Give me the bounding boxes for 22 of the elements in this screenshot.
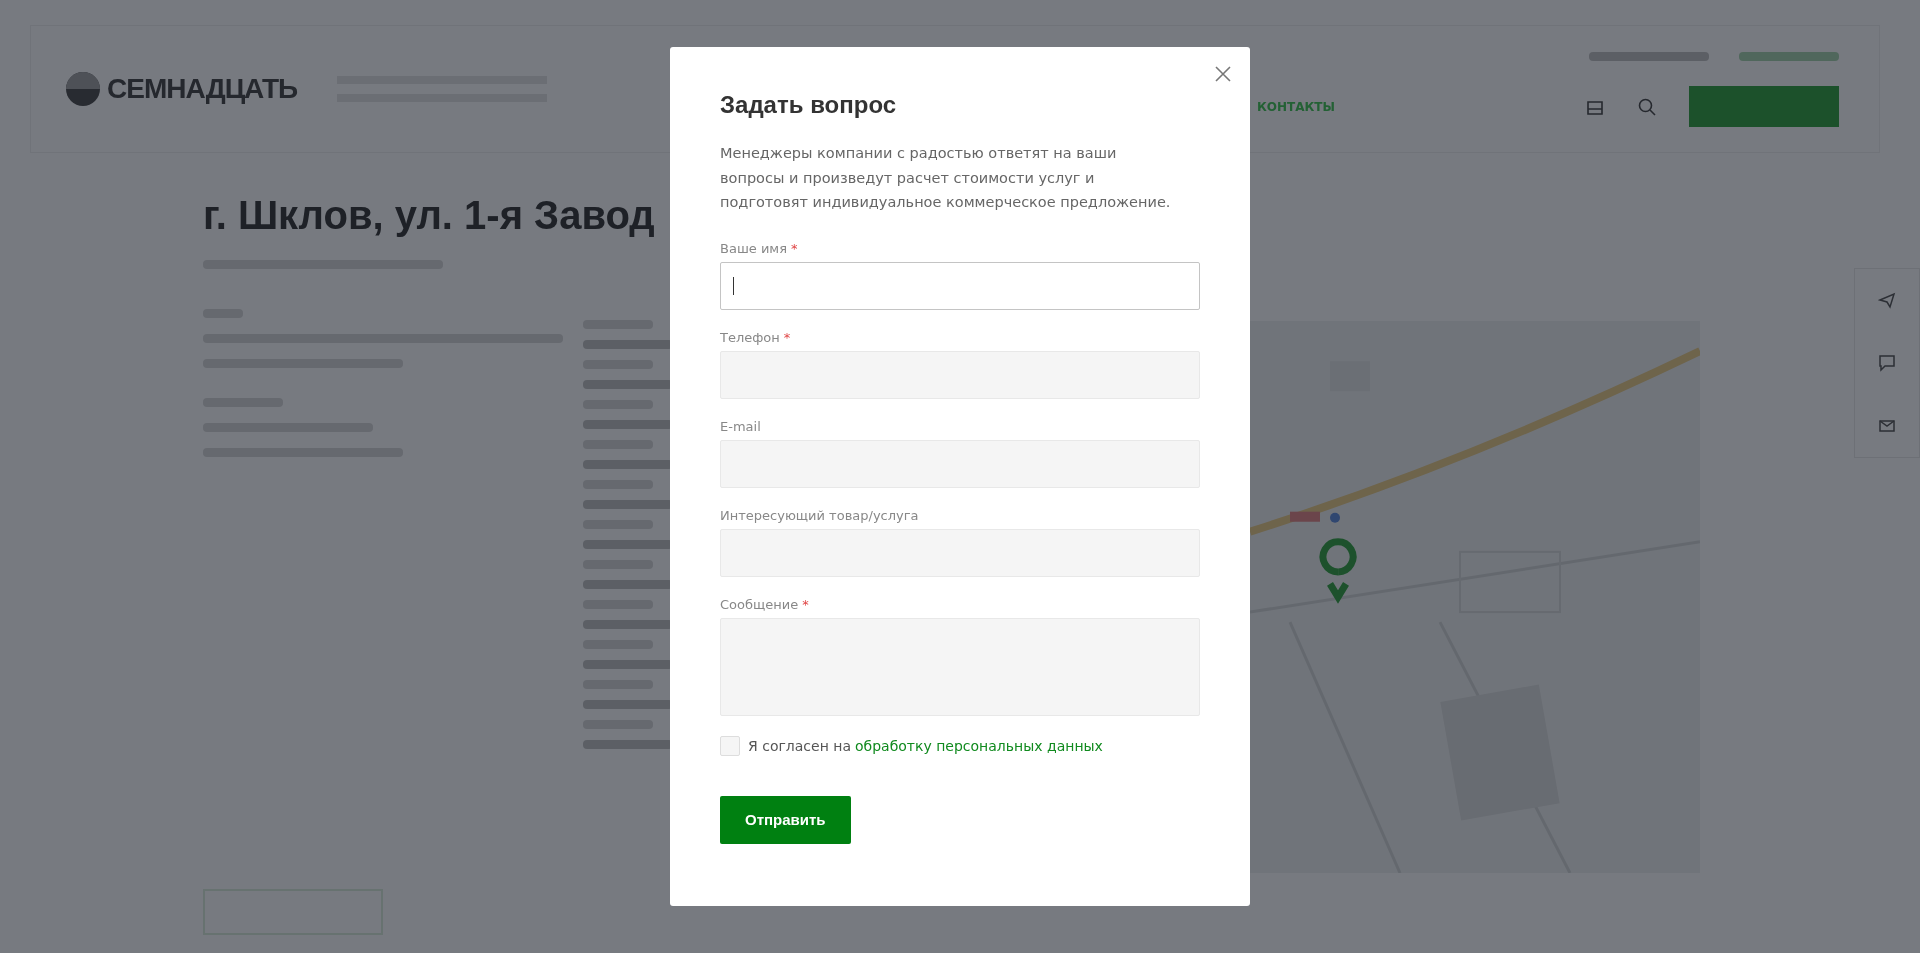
consent-text: Я согласен на (748, 737, 851, 754)
privacy-link[interactable]: обработку персональных данных (855, 737, 1103, 754)
request-button[interactable] (1689, 86, 1839, 127)
required-mark: * (802, 596, 809, 612)
send-icon[interactable] (1878, 291, 1896, 310)
required-mark: * (791, 240, 798, 256)
input-field[interactable] (720, 261, 1200, 310)
logo-icon (65, 71, 101, 107)
field-label: Телефон (720, 329, 780, 345)
field-label: E-mail (720, 418, 761, 434)
dialog-description: Менеджеры компании с радостью ответят на ваши вопросы и произведут расчет стоимости услуг и подготовят индивидуальное коммерческое предложение. (720, 144, 1172, 212)
consent-checkbox[interactable] (720, 735, 740, 756)
field-label: Сообщение (720, 596, 799, 612)
search-icon[interactable] (1637, 96, 1657, 117)
page-title: г. Шклов, ул. 1-я Завод (203, 193, 655, 238)
logo-text[interactable]: СЕМНАДЦАТЬ (107, 73, 298, 105)
chat-icon[interactable] (1878, 354, 1896, 372)
dialog-title: Задать вопрос (720, 91, 898, 119)
field-label: Ваше имя (720, 240, 787, 256)
field-label: Интересующий товар/услуга (720, 507, 919, 523)
send-button[interactable]: Отправить (720, 795, 851, 844)
required-mark: * (783, 329, 791, 345)
